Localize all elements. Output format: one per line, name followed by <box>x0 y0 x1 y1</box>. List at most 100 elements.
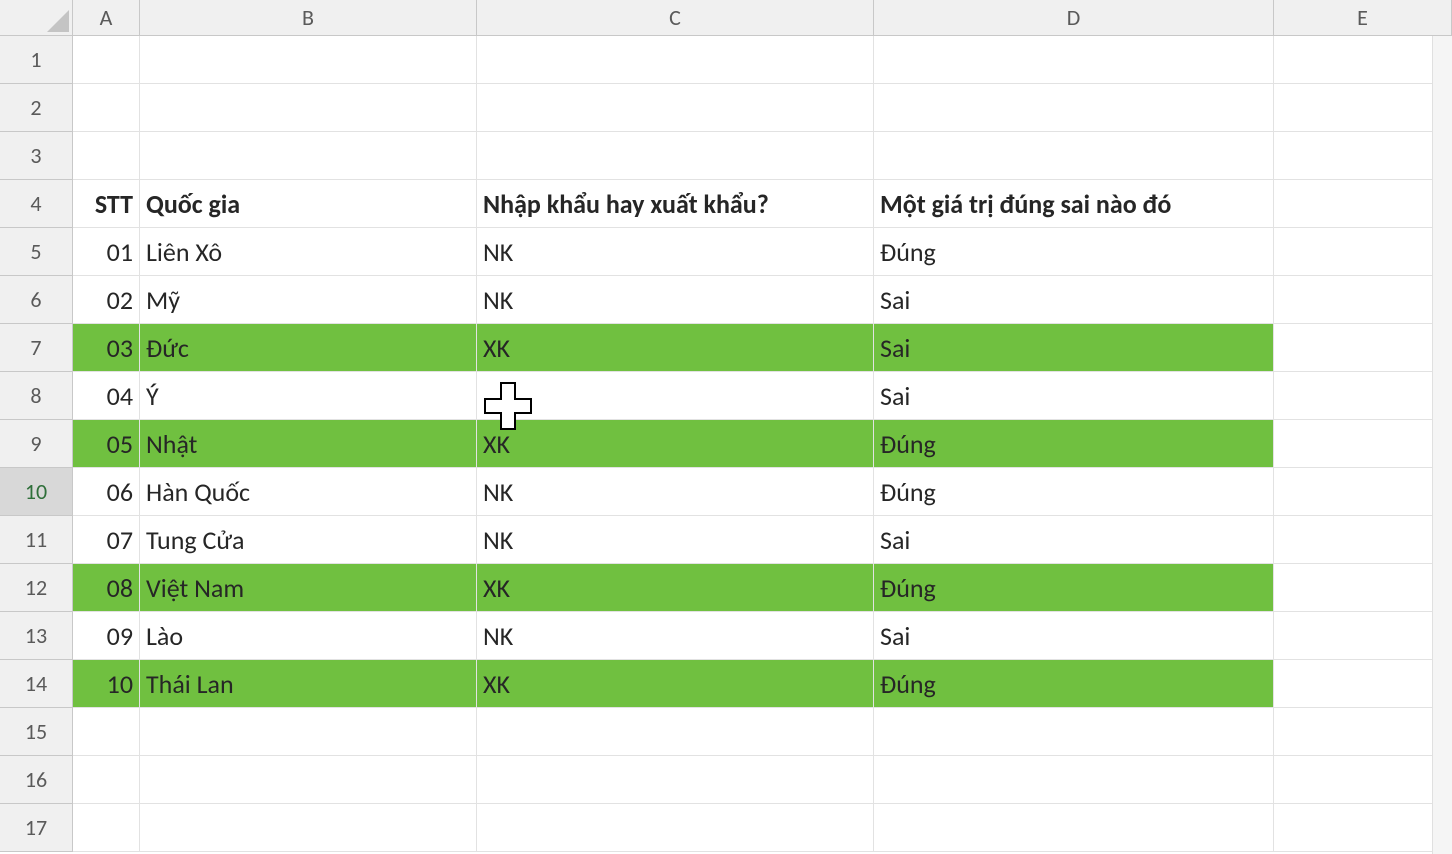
row-header-17[interactable]: 17 <box>0 804 73 852</box>
cell-E5[interactable] <box>1274 228 1452 276</box>
row-header-16[interactable]: 16 <box>0 756 73 804</box>
cell-D16[interactable] <box>874 756 1274 804</box>
row-header-12[interactable]: 12 <box>0 564 73 612</box>
cell-D10[interactable]: Đúng <box>874 468 1274 516</box>
cell-E8[interactable] <box>1274 372 1452 420</box>
row-header-14[interactable]: 14 <box>0 660 73 708</box>
row-header-9[interactable]: 9 <box>0 420 73 468</box>
cell-D2[interactable] <box>874 84 1274 132</box>
cell-C11[interactable]: NK <box>477 516 874 564</box>
cell-A3[interactable] <box>73 132 140 180</box>
cell-B13[interactable]: Lào <box>140 612 477 660</box>
cell-A12[interactable]: 08 <box>73 564 140 612</box>
cell-A4-stt-header[interactable]: STT <box>73 180 140 228</box>
cell-A8[interactable]: 04 <box>73 372 140 420</box>
cell-C10[interactable]: NK <box>477 468 874 516</box>
cell-E14[interactable] <box>1274 660 1452 708</box>
cell-E12[interactable] <box>1274 564 1452 612</box>
cell-C16[interactable] <box>477 756 874 804</box>
row-header-5[interactable]: 5 <box>0 228 73 276</box>
cell-A11[interactable]: 07 <box>73 516 140 564</box>
cell-E11[interactable] <box>1274 516 1452 564</box>
cell-A1[interactable] <box>73 36 140 84</box>
cell-C2[interactable] <box>477 84 874 132</box>
cell-A14[interactable]: 10 <box>73 660 140 708</box>
row-header-4[interactable]: 4 <box>0 180 73 228</box>
cell-C13[interactable]: NK <box>477 612 874 660</box>
cell-C8[interactable] <box>477 372 874 420</box>
cell-A6[interactable]: 02 <box>73 276 140 324</box>
vertical-scrollbar[interactable] <box>1432 36 1452 854</box>
cell-D14[interactable]: Đúng <box>874 660 1274 708</box>
cell-A9[interactable]: 05 <box>73 420 140 468</box>
cell-E6[interactable] <box>1274 276 1452 324</box>
cell-A16[interactable] <box>73 756 140 804</box>
col-header-C[interactable]: C <box>477 0 874 36</box>
cell-B8[interactable]: Ý <box>140 372 477 420</box>
cell-B14[interactable]: Thái Lan <box>140 660 477 708</box>
cell-D9[interactable]: Đúng <box>874 420 1274 468</box>
cell-A17[interactable] <box>73 804 140 852</box>
cell-C7[interactable]: XK <box>477 324 874 372</box>
cell-A2[interactable] <box>73 84 140 132</box>
cell-C4-importexport-header[interactable]: Nhập khẩu hay xuất khẩu? <box>477 180 874 228</box>
row-header-3[interactable]: 3 <box>0 132 73 180</box>
cell-A10[interactable]: 06 <box>73 468 140 516</box>
cell-C15[interactable] <box>477 708 874 756</box>
cell-B7[interactable]: Đức <box>140 324 477 372</box>
cell-E1[interactable] <box>1274 36 1452 84</box>
col-header-D[interactable]: D <box>874 0 1274 36</box>
spreadsheet-grid[interactable]: A B C D E 1 2 3 4 STT Quốc gia Nhập khẩu… <box>0 0 1452 852</box>
col-header-B[interactable]: B <box>140 0 477 36</box>
cell-D6[interactable]: Sai <box>874 276 1274 324</box>
cell-A15[interactable] <box>73 708 140 756</box>
cell-C6[interactable]: NK <box>477 276 874 324</box>
cell-E4[interactable] <box>1274 180 1452 228</box>
cell-C17[interactable] <box>477 804 874 852</box>
cell-C3[interactable] <box>477 132 874 180</box>
cell-B4-country-header[interactable]: Quốc gia <box>140 180 477 228</box>
cell-B9[interactable]: Nhật <box>140 420 477 468</box>
cell-C14[interactable]: XK <box>477 660 874 708</box>
cell-B3[interactable] <box>140 132 477 180</box>
cell-D15[interactable] <box>874 708 1274 756</box>
cell-E2[interactable] <box>1274 84 1452 132</box>
row-header-7[interactable]: 7 <box>0 324 73 372</box>
cell-D12[interactable]: Đúng <box>874 564 1274 612</box>
cell-E15[interactable] <box>1274 708 1452 756</box>
cell-B17[interactable] <box>140 804 477 852</box>
cell-A5[interactable]: 01 <box>73 228 140 276</box>
row-header-15[interactable]: 15 <box>0 708 73 756</box>
cell-B15[interactable] <box>140 708 477 756</box>
cell-A7[interactable]: 03 <box>73 324 140 372</box>
cell-E17[interactable] <box>1274 804 1452 852</box>
row-header-11[interactable]: 11 <box>0 516 73 564</box>
row-header-8[interactable]: 8 <box>0 372 73 420</box>
cell-B10[interactable]: Hàn Quốc <box>140 468 477 516</box>
cell-C5[interactable]: NK <box>477 228 874 276</box>
row-header-6[interactable]: 6 <box>0 276 73 324</box>
cell-C12[interactable]: XK <box>477 564 874 612</box>
cell-D3[interactable] <box>874 132 1274 180</box>
row-header-1[interactable]: 1 <box>0 36 73 84</box>
cell-B11[interactable]: Tung Cửa <box>140 516 477 564</box>
cell-D11[interactable]: Sai <box>874 516 1274 564</box>
cell-E7[interactable] <box>1274 324 1452 372</box>
select-all-corner[interactable] <box>0 0 73 36</box>
cell-B16[interactable] <box>140 756 477 804</box>
row-header-10[interactable]: 10 <box>0 468 73 516</box>
cell-D13[interactable]: Sai <box>874 612 1274 660</box>
cell-D1[interactable] <box>874 36 1274 84</box>
cell-A13[interactable]: 09 <box>73 612 140 660</box>
cell-B1[interactable] <box>140 36 477 84</box>
cell-D8[interactable]: Sai <box>874 372 1274 420</box>
cell-B5[interactable]: Liên Xô <box>140 228 477 276</box>
col-header-A[interactable]: A <box>73 0 140 36</box>
row-header-13[interactable]: 13 <box>0 612 73 660</box>
cell-D5[interactable]: Đúng <box>874 228 1274 276</box>
cell-E9[interactable] <box>1274 420 1452 468</box>
cell-B12[interactable]: Việt Nam <box>140 564 477 612</box>
cell-B6[interactable]: Mỹ <box>140 276 477 324</box>
cell-D4-truefalse-header[interactable]: Một giá trị đúng sai nào đó <box>874 180 1274 228</box>
col-header-E[interactable]: E <box>1274 0 1452 36</box>
